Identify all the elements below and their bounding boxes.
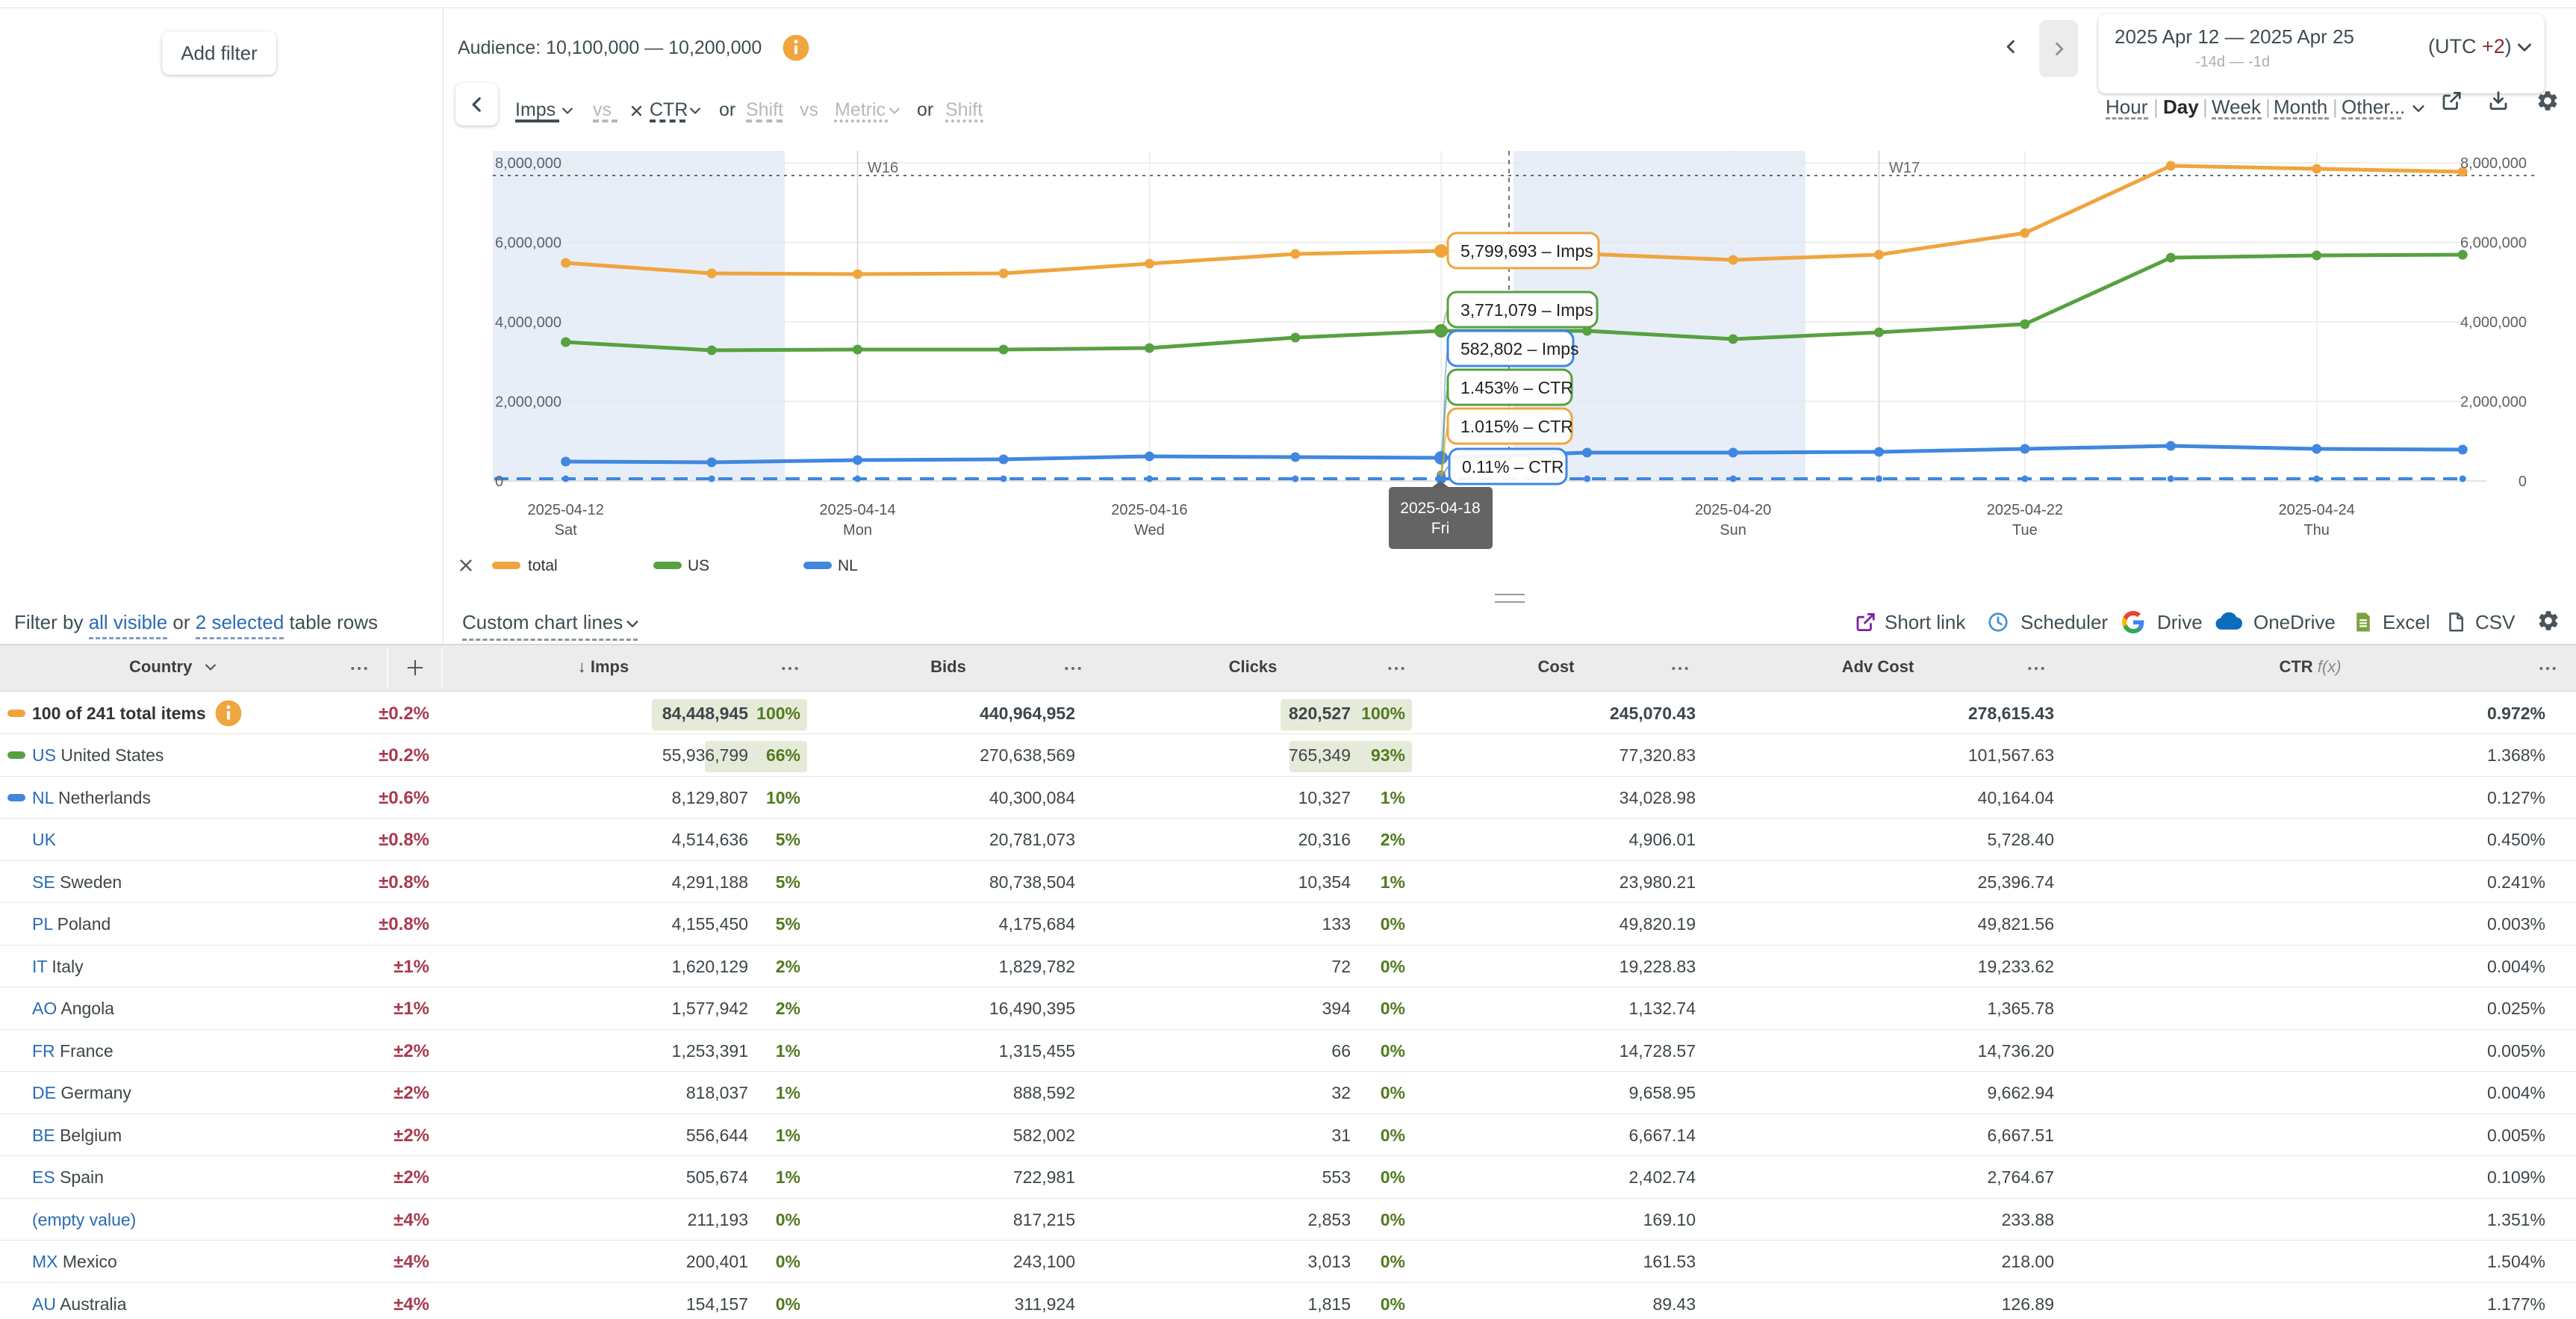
svg-text:Sun: Sun — [1720, 522, 1746, 539]
svg-text:4,000,000: 4,000,000 — [495, 314, 561, 331]
svg-text:1.453% – CTR: 1.453% – CTR — [1460, 378, 1573, 397]
svg-text:Wed: Wed — [1134, 522, 1165, 539]
svg-text:5,799,693 – Imps: 5,799,693 – Imps — [1460, 241, 1593, 261]
svg-text:2,000,000: 2,000,000 — [2460, 394, 2527, 411]
svg-text:2025-04-14: 2025-04-14 — [819, 502, 895, 518]
svg-text:6,000,000: 6,000,000 — [495, 235, 561, 252]
svg-text:2025-04-24: 2025-04-24 — [2279, 502, 2355, 518]
svg-text:2025-04-12: 2025-04-12 — [528, 502, 604, 518]
svg-text:8,000,000: 8,000,000 — [495, 155, 561, 172]
svg-text:2025-04-16: 2025-04-16 — [1111, 502, 1187, 518]
svg-text:Fri: Fri — [1431, 520, 1450, 537]
svg-text:0: 0 — [2519, 474, 2527, 490]
svg-text:6,000,000: 6,000,000 — [2460, 235, 2527, 252]
svg-text:1.015% – CTR: 1.015% – CTR — [1460, 417, 1573, 436]
svg-text:0.11% – CTR: 0.11% – CTR — [1462, 457, 1564, 477]
svg-text:Sat: Sat — [555, 522, 577, 539]
svg-text:Thu: Thu — [2303, 522, 2329, 539]
svg-text:2025-04-22: 2025-04-22 — [1987, 502, 2063, 518]
svg-text:W16: W16 — [868, 160, 898, 176]
svg-text:Mon: Mon — [843, 522, 872, 539]
svg-text:582,802 – Imps: 582,802 – Imps — [1460, 339, 1579, 359]
svg-text:W17: W17 — [1889, 160, 1920, 176]
svg-text:3,771,079 – Imps: 3,771,079 – Imps — [1460, 300, 1593, 320]
svg-text:4,000,000: 4,000,000 — [2460, 314, 2527, 331]
svg-text:2,000,000: 2,000,000 — [495, 394, 561, 411]
svg-text:8,000,000: 8,000,000 — [2460, 155, 2527, 172]
svg-text:Tue: Tue — [2012, 522, 2038, 539]
svg-text:2025-04-20: 2025-04-20 — [1695, 502, 1771, 518]
svg-text:2025-04-18: 2025-04-18 — [1400, 500, 1480, 517]
svg-text:0: 0 — [495, 474, 503, 490]
